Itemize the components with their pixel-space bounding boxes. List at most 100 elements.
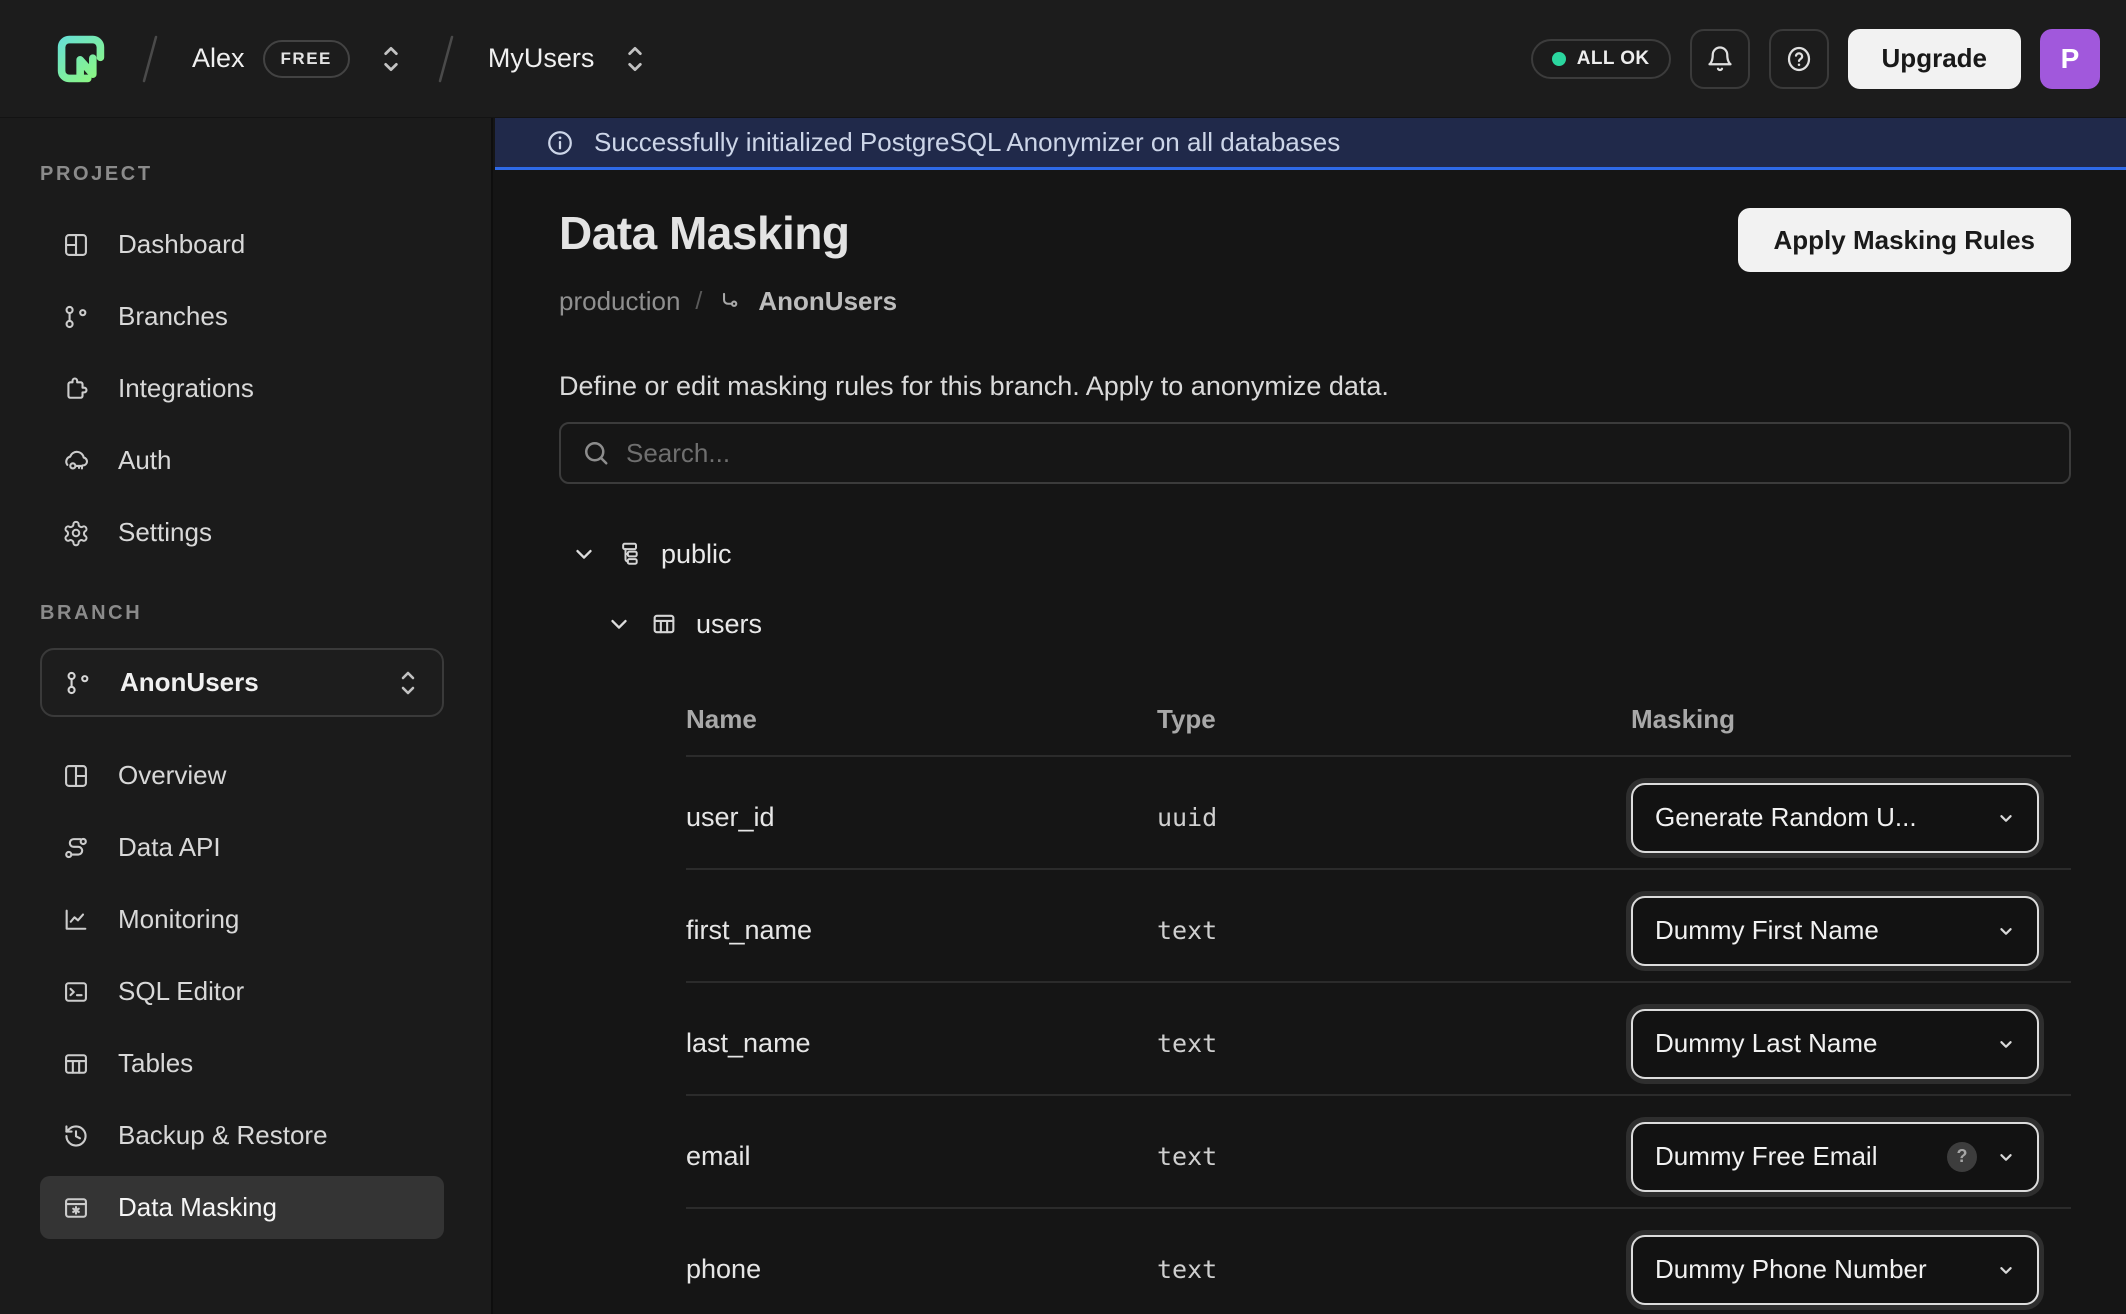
column-type-cell: text	[1157, 916, 1631, 945]
chevron-down-icon[interactable]	[571, 541, 597, 567]
breadcrumb-separator: /	[695, 287, 702, 316]
search-box	[559, 422, 2071, 484]
page-content: Data Masking Apply Masking Rules product…	[495, 206, 2126, 1314]
chevron-updown-icon	[378, 43, 404, 75]
masking-rule-value: Dummy Free Email	[1655, 1141, 1937, 1172]
search-icon	[581, 438, 611, 468]
sql-editor-terminal-icon	[62, 978, 90, 1006]
page-description: Define or edit masking rules for this br…	[559, 371, 2071, 402]
success-banner: Successfully initialized PostgreSQL Anon…	[495, 118, 2126, 170]
search-input[interactable]	[626, 438, 2049, 469]
page-title: Data Masking	[559, 206, 850, 260]
masking-rule-value: Dummy Last Name	[1655, 1028, 1985, 1059]
data-masking-icon	[62, 1194, 90, 1222]
tree-node-schema[interactable]: public	[571, 532, 2071, 576]
branch-icon	[64, 669, 92, 697]
column-type-cell: text	[1157, 1142, 1631, 1171]
column-type-cell: text	[1157, 1029, 1631, 1058]
project-switcher[interactable]: MyUsers	[488, 43, 649, 75]
sidebar-item-settings[interactable]: Settings	[40, 501, 444, 564]
masking-rule-select[interactable]: Dummy First Name	[1631, 896, 2039, 966]
dashboard-icon	[62, 231, 90, 259]
header-right: ALL OK Upgrade	[1531, 29, 2100, 89]
sidebar-item-label: Dashboard	[118, 229, 245, 260]
sidebar-item-data-api[interactable]: Data API	[40, 816, 444, 879]
sidebar-item-auth[interactable]: Auth	[40, 429, 444, 492]
masking-rule-select[interactable]: Dummy Phone Number	[1631, 1235, 2039, 1305]
table-row: last_name text Dummy Last Name	[686, 983, 2071, 1096]
chevron-down-icon	[1995, 920, 2017, 942]
table-row: phone text Dummy Phone Number	[686, 1209, 2071, 1314]
system-status-pill[interactable]: ALL OK	[1531, 39, 1671, 79]
column-name-cell: user_id	[686, 802, 1157, 833]
masking-rule-value: Dummy First Name	[1655, 915, 1985, 946]
sidebar-item-overview[interactable]: Overview	[40, 744, 444, 807]
branches-icon	[62, 303, 90, 331]
user-avatar[interactable]: P	[2040, 29, 2100, 89]
project-nav: Dashboard Branches Integrations	[40, 213, 491, 564]
sidebar-item-sql-editor[interactable]: SQL Editor	[40, 960, 444, 1023]
integrations-icon	[62, 375, 90, 403]
upgrade-button[interactable]: Upgrade	[1848, 29, 2021, 89]
branch-selector-value: AnonUsers	[120, 667, 259, 698]
overview-icon	[62, 762, 90, 790]
table-name: users	[696, 609, 762, 640]
sidebar-item-label: Settings	[118, 517, 212, 548]
table-row: first_name text Dummy First Name	[686, 870, 2071, 983]
status-dot-icon	[1552, 52, 1566, 66]
sidebar-item-data-masking[interactable]: Data Masking	[40, 1176, 444, 1239]
org-switcher[interactable]: Alex FREE	[192, 40, 404, 78]
branch-section-label: BRANCH	[40, 602, 491, 625]
sidebar-item-label: SQL Editor	[118, 976, 244, 1007]
sidebar-item-tables[interactable]: Tables	[40, 1032, 444, 1095]
sidebar-item-monitoring[interactable]: Monitoring	[40, 888, 444, 951]
sidebar-item-branches[interactable]: Branches	[40, 285, 444, 348]
data-api-icon	[62, 834, 90, 862]
chevron-down-icon	[1995, 1033, 2017, 1055]
chevron-down-icon	[1995, 1259, 2017, 1281]
sidebar-item-label: Auth	[118, 445, 172, 476]
chevron-down-icon[interactable]	[606, 611, 632, 637]
help-button[interactable]	[1769, 29, 1829, 89]
sidebar-item-label: Data Masking	[118, 1192, 277, 1223]
sidebar-item-backup-restore[interactable]: Backup & Restore	[40, 1104, 444, 1167]
sidebar-item-label: Backup & Restore	[118, 1120, 328, 1151]
branch-selector[interactable]: AnonUsers	[40, 648, 444, 717]
tree-node-table[interactable]: users	[606, 602, 2071, 646]
columns-table: Name Type Masking user_id uuid Generate …	[686, 684, 2071, 1314]
sidebar-item-dashboard[interactable]: Dashboard	[40, 213, 444, 276]
chevron-updown-icon	[622, 43, 648, 75]
bell-icon	[1705, 44, 1735, 74]
header-slash-divider	[142, 35, 158, 83]
table-row: user_id uuid Generate Random U...	[686, 757, 2071, 870]
tables-icon	[62, 1050, 90, 1078]
main-panel: Successfully initialized PostgreSQL Anon…	[495, 118, 2126, 1314]
masking-rule-select[interactable]: Dummy Free Email ?	[1631, 1122, 2039, 1192]
column-header-masking: Masking	[1631, 704, 2071, 735]
chevron-updown-icon	[396, 668, 420, 698]
monitoring-chart-icon	[62, 906, 90, 934]
apply-masking-rules-button[interactable]: Apply Masking Rules	[1738, 208, 2072, 272]
column-name-cell: last_name	[686, 1028, 1157, 1059]
breadcrumb-current-branch: AnonUsers	[758, 286, 897, 317]
sidebar-item-integrations[interactable]: Integrations	[40, 357, 444, 420]
sidebar-item-label: Branches	[118, 301, 228, 332]
plan-badge: FREE	[263, 40, 350, 78]
masking-rule-value: Generate Random U...	[1655, 802, 1985, 833]
header-slash-divider	[438, 35, 454, 83]
status-label: ALL OK	[1577, 48, 1650, 70]
info-icon	[545, 128, 575, 158]
masking-rule-select[interactable]: Dummy Last Name	[1631, 1009, 2039, 1079]
schema-name: public	[661, 539, 732, 570]
schema-tree: public users	[571, 532, 2071, 646]
help-badge[interactable]: ?	[1947, 1142, 1977, 1172]
breadcrumb-parent-branch[interactable]: production	[559, 286, 680, 317]
project-section-label: PROJECT	[40, 163, 491, 186]
branch-nav: Overview Data API Monitoring	[40, 744, 491, 1239]
masking-rule-select[interactable]: Generate Random U...	[1631, 783, 2039, 853]
sidebar-item-label: Overview	[118, 760, 226, 791]
notifications-button[interactable]	[1690, 29, 1750, 89]
column-name-cell: first_name	[686, 915, 1157, 946]
neon-logo-icon[interactable]	[54, 32, 108, 86]
columns-table-header: Name Type Masking	[686, 684, 2071, 757]
